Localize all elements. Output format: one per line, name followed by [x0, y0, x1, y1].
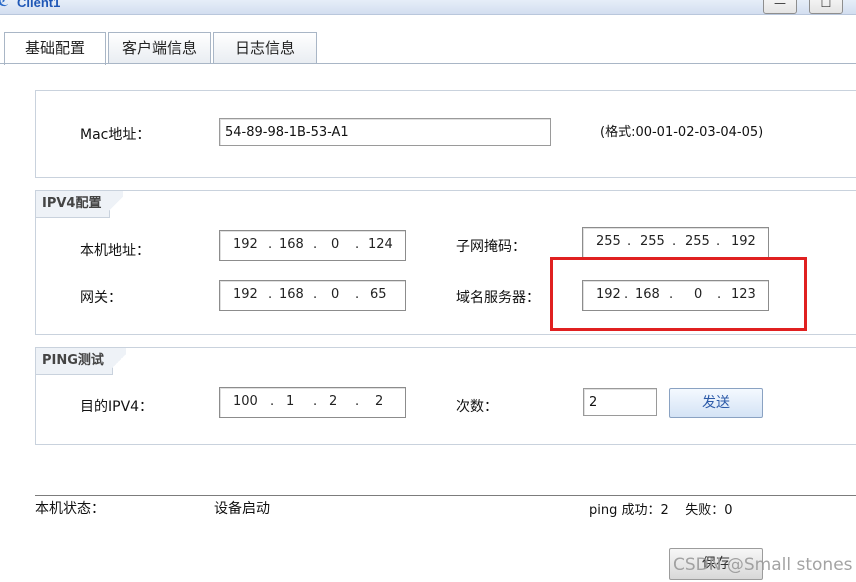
window-title: Client1	[17, 0, 61, 10]
send-button[interactable]: 发送	[669, 388, 763, 418]
gateway-label: 网关：	[80, 290, 122, 306]
octet: 168	[279, 287, 304, 302]
count-label: 次数：	[456, 399, 498, 415]
octet: 2	[329, 394, 338, 409]
octet: 0	[331, 237, 340, 252]
dns-label: 域名服务器：	[456, 290, 540, 306]
tab-bar: 基础配置 客户端信息 日志信息	[0, 32, 856, 65]
local-ip-input[interactable]: 192 . 168 . 0 . 124	[219, 230, 406, 261]
octet: 0	[331, 287, 340, 302]
target-ip-label: 目的IPV4：	[80, 399, 154, 415]
tab-client-info[interactable]: 客户端信息	[108, 32, 211, 63]
subnet-input[interactable]: 255 . 255 . 255 . 192	[582, 227, 769, 258]
ipv4-legend: IPV4配置	[36, 191, 125, 218]
octet: 65	[370, 287, 387, 302]
octet: 1	[286, 394, 295, 409]
mac-label: Mac地址：	[80, 127, 151, 143]
status-divider	[35, 495, 856, 496]
watermark: CSDN @Small stones	[673, 555, 853, 575]
octet: 168	[279, 237, 304, 252]
octet: 255	[685, 234, 710, 249]
mac-format-hint: (格式:00-01-02-03-04-05)	[600, 125, 764, 140]
tab-divider	[0, 63, 856, 64]
octet: 255	[596, 234, 621, 249]
subnet-label: 子网掩码：	[456, 239, 526, 255]
gateway-input[interactable]: 192 . 168 . 0 . 65	[219, 280, 406, 311]
title-bar: ℭ Client1 — ☐	[0, 0, 856, 15]
octet: 2	[375, 394, 384, 409]
octet: 192	[731, 234, 756, 249]
tab-basic-config[interactable]: 基础配置	[4, 32, 106, 65]
maximize-button[interactable]: ☐	[809, 0, 843, 14]
ping-legend: PING测试	[36, 348, 126, 375]
octet: 124	[368, 237, 393, 252]
local-ip-label: 本机地址：	[80, 243, 150, 259]
tab-log-info[interactable]: 日志信息	[213, 32, 317, 63]
minimize-button[interactable]: —	[763, 0, 797, 14]
mac-panel: Mac地址： 54-89-98-1B-53-A1 (格式:00-01-02-03…	[35, 90, 856, 178]
mac-input[interactable]: 54-89-98-1B-53-A1	[219, 118, 551, 146]
ping-result: ping 成功：2 失败：0	[589, 503, 733, 518]
app-icon: ℭ	[0, 0, 9, 10]
octet: 100	[233, 394, 258, 409]
status-label: 本机状态：	[35, 501, 105, 517]
octet: 255	[640, 234, 665, 249]
target-ip-input[interactable]: 100 . 1 . 2 . 2	[219, 387, 406, 418]
status-value: 设备启动	[214, 501, 270, 517]
dns-highlight-box	[550, 257, 807, 331]
count-input[interactable]: 2	[583, 388, 657, 416]
octet: 192	[233, 287, 258, 302]
octet: 192	[233, 237, 258, 252]
